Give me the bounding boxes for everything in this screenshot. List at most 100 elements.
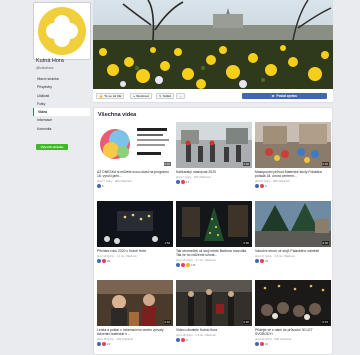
video-thumbnail-image <box>97 280 173 326</box>
video-thumbnail-image <box>176 122 252 168</box>
video-meta: před 18 týdny · 1,5 tis. zhlédnutí <box>176 332 216 337</box>
video-meta: před 7 týdny · 486 zhlédnutí <box>97 178 132 183</box>
page-name[interactable]: Kutná Hora <box>36 58 64 64</box>
video-thumbnail-image <box>255 122 331 168</box>
like-page-button[interactable]: 👍 To se mi líbí <box>96 92 125 99</box>
like-label: To se mi líbí <box>104 93 122 98</box>
video-title[interactable]: Vánoční strom už stojí! Palackého náměst… <box>255 249 331 253</box>
send-message-button[interactable]: ✉ Poslat zprávu <box>242 92 327 99</box>
video-tile[interactable]: 0:42 AŽ DNESKA si můžete svou účast na p… <box>97 122 173 188</box>
video-meta: před 18 týdny · 454 zhlédnutí <box>97 336 134 341</box>
video-thumbnail[interactable]: 0:46 <box>176 280 252 326</box>
page-action-bar: 👍 To se mi líbí ⤷ Sledovat ↪ Sdílet … ✉ … <box>93 89 333 103</box>
nav-item-home[interactable]: Hlavní stránka <box>33 75 90 83</box>
love-reaction-icon <box>102 259 106 263</box>
reactions[interactable]: 29 <box>97 259 173 263</box>
video-thumbnail-image <box>97 122 173 168</box>
video-tile[interactable]: 0:15 Přidejte se s námi do průvodu! 30 L… <box>255 280 331 346</box>
nav-item-events[interactable]: Události <box>33 92 90 100</box>
reactions[interactable]: 8 <box>176 338 252 342</box>
page-handle: @kutnahora <box>36 66 54 70</box>
share-button[interactable]: ↪ Sdílet <box>156 92 175 99</box>
reactions[interactable]: 115 <box>176 263 252 267</box>
follow-button[interactable]: ⤷ Sledovat <box>130 92 152 99</box>
video-thumbnail[interactable]: 0:44 <box>97 280 173 326</box>
cover-photo[interactable] <box>93 0 333 89</box>
video-meta: před 8 týdny · 386 zhlédnutí <box>255 178 290 183</box>
video-duration: 0:46 <box>242 320 250 324</box>
reaction-count: 8 <box>265 184 267 188</box>
profile-picture[interactable] <box>33 2 91 60</box>
video-title[interactable]: Tak stromeček už stojí místo Barbora roz… <box>176 249 252 257</box>
video-duration: 0:15 <box>321 320 329 324</box>
video-title[interactable]: Video uživatele Kutná Hora <box>176 328 252 332</box>
video-thumbnail[interactable]: 0:46 <box>255 201 331 247</box>
video-thumbnail-image <box>176 280 252 326</box>
rss-icon: ⤷ <box>133 93 135 98</box>
video-title[interactable]: Přidejte se s námi do průvodu! 30 LET SV… <box>255 328 331 336</box>
section-title: Všechna videa <box>98 112 137 118</box>
nav-item-posts[interactable]: Příspěvky <box>33 83 90 91</box>
cover-photo-image <box>93 0 333 89</box>
love-reaction-icon <box>260 184 264 188</box>
like-reaction-icon <box>176 180 180 184</box>
video-thumbnail[interactable]: 0:42 <box>97 122 173 168</box>
video-thumbnail[interactable]: 3:48 <box>176 122 252 168</box>
reaction-count: 6 <box>102 184 104 188</box>
video-tile[interactable]: 0:46 Video uživatele Kutná Hora před 18 … <box>176 280 252 342</box>
video-tile[interactable]: 3:48 Karlkarský masopust 2020 před 7 týd… <box>176 122 252 184</box>
video-duration: 0:44 <box>163 320 171 324</box>
video-thumbnail[interactable]: 0:45 <box>255 122 331 168</box>
like-reaction-icon <box>97 184 101 188</box>
like-reaction-icon <box>255 184 259 188</box>
reactions[interactable]: 23 <box>255 259 331 263</box>
reactions[interactable]: 22 <box>255 342 331 346</box>
create-page-button[interactable]: Vytvořit stránku <box>36 144 68 150</box>
nav-item-videos[interactable]: Videa <box>33 108 90 117</box>
video-tile[interactable]: 0:45 Masopustní průvod Mateřské školy Po… <box>255 122 331 188</box>
share-label: Sdílet <box>163 93 172 98</box>
nav-item-info[interactable]: Informace <box>33 116 90 124</box>
follow-label: Sledovat <box>136 93 149 98</box>
kutna-hora-logo <box>38 7 86 55</box>
reactions[interactable]: 24 <box>97 342 173 346</box>
video-thumbnail[interactable]: 1:53 <box>97 201 173 247</box>
video-tile[interactable]: 0:44 Lenka a pošta! v Informačním centru… <box>97 280 173 346</box>
video-thumbnail[interactable]: 0:46 <box>176 201 252 247</box>
reactions[interactable]: 6 <box>97 184 173 188</box>
reaction-count: 8 <box>186 338 188 342</box>
reaction-count: 24 <box>107 342 111 346</box>
video-tile[interactable]: 0:46 Tak stromeček už stojí místo Barbor… <box>176 201 252 267</box>
video-thumbnail[interactable]: 0:15 <box>255 280 331 326</box>
video-duration: 0:46 <box>321 241 329 245</box>
video-title[interactable]: AŽ DNESKA si můžete svou účast na progra… <box>97 170 173 178</box>
video-tile[interactable]: 1:53 Přivítání roku 2020 v Kutné Hoře př… <box>97 201 173 263</box>
video-meta: před 7 týdny · 925 zhlédnutí <box>176 174 211 179</box>
love-reaction-icon <box>181 263 185 267</box>
love-reaction-icon <box>260 259 264 263</box>
love-reaction-icon <box>181 180 185 184</box>
like-reaction-icon <box>97 259 101 263</box>
video-thumbnail-image <box>176 201 252 247</box>
video-title[interactable]: Karlkarský masopust 2020 <box>176 170 252 174</box>
reactions[interactable]: 13 <box>176 180 252 184</box>
more-button[interactable]: … <box>176 92 185 99</box>
video-thumbnail-image <box>255 280 331 326</box>
nav-item-photos[interactable]: Fotky <box>33 100 90 108</box>
messenger-icon: ✉ <box>271 93 275 98</box>
video-tile[interactable]: 0:46 Vánoční strom už stojí! Palackého n… <box>255 201 331 263</box>
reaction-count: 22 <box>265 342 269 346</box>
video-title[interactable]: Přivítání roku 2020 v Kutné Hoře <box>97 249 173 253</box>
thumbs-up-icon: 👍 <box>99 93 103 98</box>
like-reaction-icon <box>255 342 259 346</box>
send-label: Poslat zprávu <box>276 93 298 98</box>
video-title[interactable]: Masopustní průvod Mateřské školy Pohádka… <box>255 170 331 178</box>
video-title[interactable]: Lenka a pošta! v Informačním centru zpív… <box>97 328 173 336</box>
videos-panel: Všechna videa 0:42 AŽ DNESKA si můžete s… <box>93 107 333 355</box>
like-reaction-icon <box>97 342 101 346</box>
reaction-count: 13 <box>186 180 190 184</box>
video-duration: 0:42 <box>163 162 171 166</box>
like-reaction-icon <box>176 338 180 342</box>
reactions[interactable]: 8 <box>255 184 331 188</box>
nav-item-community[interactable]: Komunita <box>33 125 90 133</box>
